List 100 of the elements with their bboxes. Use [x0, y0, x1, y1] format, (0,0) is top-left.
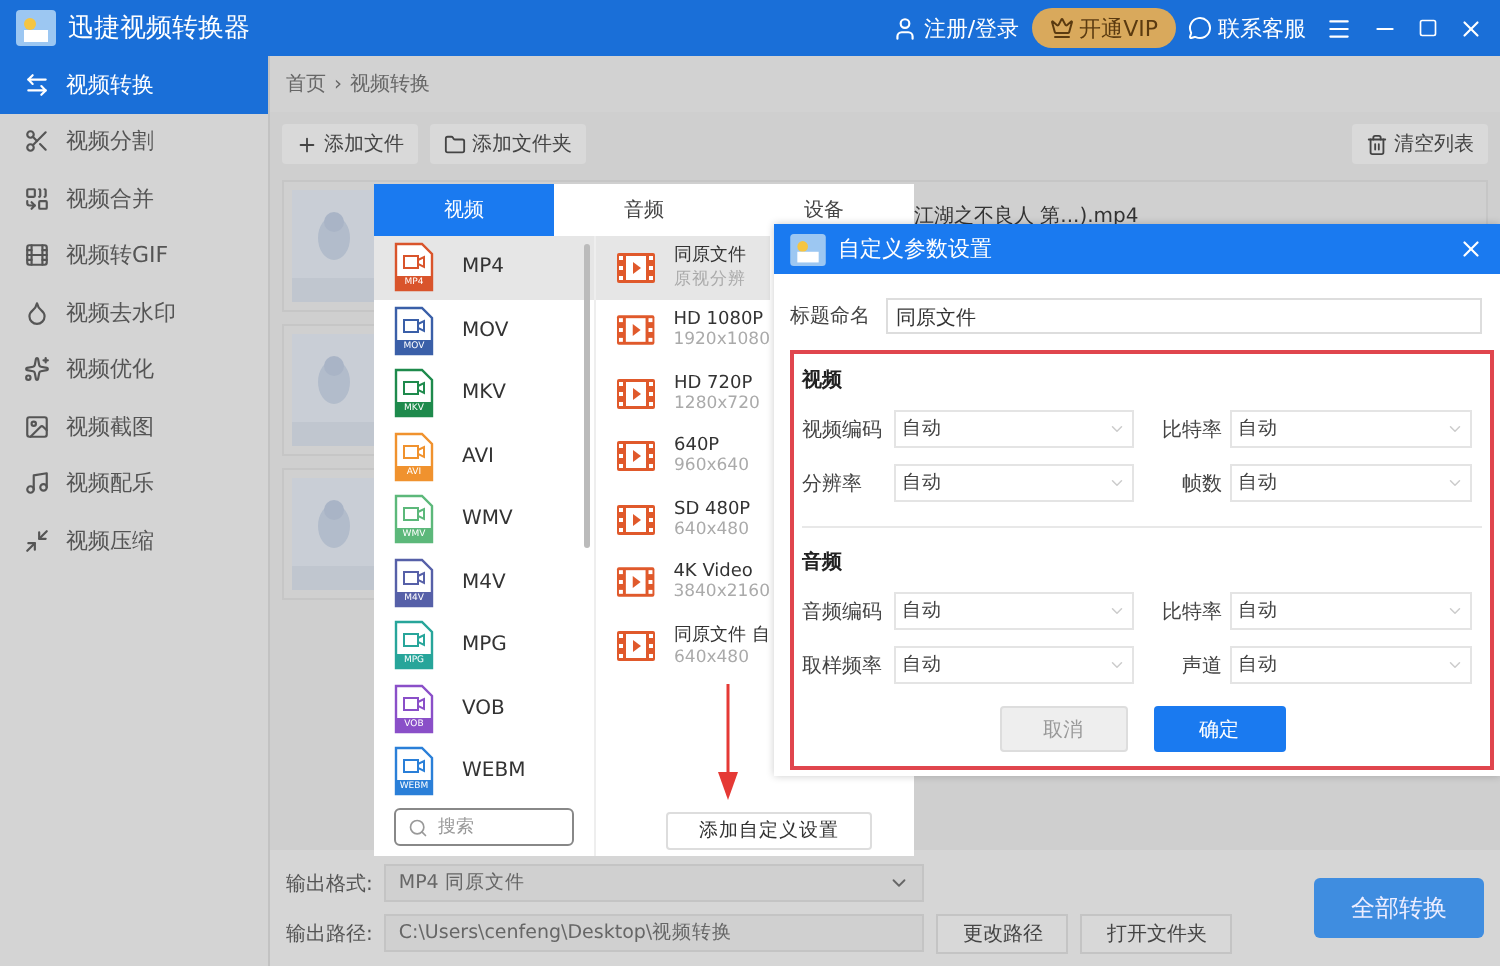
app-logo-icon [790, 233, 826, 265]
chat-icon [1188, 16, 1212, 40]
select-dropdown[interactable]: 自动 [1230, 464, 1472, 502]
output-path-label: 输出路径: [286, 921, 373, 947]
film-icon [616, 440, 656, 473]
add-file-button[interactable]: 添加文件 [282, 124, 418, 164]
change-path-button[interactable]: 更改路径 [936, 913, 1069, 953]
format-name: MKV [462, 382, 507, 405]
sidebar-item[interactable]: 视频优化 [0, 341, 268, 398]
sparkles-icon [24, 356, 50, 383]
output-format-label: 输出格式: [286, 871, 373, 897]
output-path-field[interactable]: C:\Users\cenfeng\Desktop\视频转换 [384, 914, 925, 952]
sidebar-item[interactable]: 视频分割 [0, 113, 268, 170]
film-icon [616, 566, 656, 599]
merge-icon [24, 185, 50, 212]
chevron-down-icon [1108, 602, 1126, 620]
format-name: MP4 [462, 256, 505, 279]
preset-resolution: 640x480 [674, 519, 751, 540]
field-label: 取样频率 [802, 653, 884, 679]
chevron-down-icon [1446, 602, 1464, 620]
sidebar-item[interactable]: 视频转换 [0, 56, 268, 113]
dialog-title: 自定义参数设置 [838, 234, 994, 264]
select-dropdown[interactable]: 自动 [894, 592, 1134, 630]
sidebar-item[interactable]: 视频去水印 [0, 284, 268, 341]
search-icon [408, 817, 428, 837]
chevron-down-icon [1446, 656, 1464, 674]
sidebar-item[interactable]: 视频配乐 [0, 455, 268, 512]
film-icon [616, 377, 656, 410]
sidebar-item[interactable]: 视频合并 [0, 170, 268, 227]
preset-item[interactable]: 同原文件 原视分辨 [596, 236, 770, 299]
preset-name: HD 1080P [673, 310, 766, 331]
file-name: 江湖之不良人 第...).mp4 [914, 203, 1141, 230]
output-format-dropdown[interactable]: MP4 同原文件 [384, 864, 925, 902]
format-name: AVI [462, 445, 494, 468]
menu-icon[interactable] [1326, 15, 1352, 41]
section-title: 视频 [802, 367, 844, 394]
login-link[interactable]: 注册/登录 [891, 13, 1020, 43]
select-dropdown[interactable]: 自动 [894, 410, 1134, 448]
format-name: VOB [462, 697, 505, 720]
chevron-down-icon [1446, 474, 1464, 492]
preset-resolution: 1920x1080 [673, 330, 770, 351]
format-name: MPG [462, 634, 507, 657]
format-name: M4V [462, 571, 506, 594]
convert-icon [24, 71, 50, 98]
film-icon [616, 503, 656, 536]
sidebar-item[interactable]: 视频压缩 [0, 512, 268, 569]
chevron-down-icon [1108, 656, 1126, 674]
select-dropdown[interactable]: 自动 [1230, 410, 1472, 448]
close-icon[interactable] [1458, 15, 1484, 41]
format-name: WMV [462, 508, 513, 531]
field-label: 分辨率 [802, 471, 864, 497]
folder-icon [444, 133, 466, 155]
preset-name: SD 480P [674, 499, 751, 520]
sidebar-item[interactable]: 视频截图 [0, 398, 268, 455]
music-icon [24, 470, 50, 497]
user-icon [891, 15, 918, 41]
format-tab[interactable]: 视频 [374, 184, 554, 236]
compress-icon [24, 527, 50, 554]
title-name-label: 标题命名 [790, 303, 870, 330]
preset-resolution: 960x640 [674, 456, 749, 477]
field-label: 比特率 [1160, 417, 1224, 443]
select-dropdown[interactable]: 自动 [894, 646, 1134, 684]
format-name: WEBM [462, 760, 526, 783]
format-name: MOV [462, 319, 509, 342]
scrollbar[interactable] [584, 244, 590, 548]
preset-resolution: 原视分辨 [674, 268, 746, 293]
chevron-down-icon [1446, 420, 1464, 438]
scissors-icon [24, 128, 50, 155]
maximize-icon[interactable] [1418, 18, 1438, 38]
breadcrumb-separator: › [334, 73, 342, 95]
chevron-down-icon [1108, 420, 1126, 438]
chevron-down-icon [1108, 474, 1126, 492]
field-label: 音频编码 [802, 599, 884, 625]
section-title: 音频 [802, 548, 844, 576]
preset-name: 同原文件 自 [674, 623, 770, 649]
confirm-button[interactable]: 确定 [1153, 706, 1285, 752]
crown-icon [1049, 16, 1074, 40]
add-custom-button[interactable]: 添加自定义设置 [666, 812, 872, 850]
close-icon[interactable] [1458, 236, 1484, 262]
select-dropdown[interactable]: 自动 [1230, 592, 1472, 630]
preset-resolution: 1280x720 [674, 393, 760, 414]
app-logo-icon [16, 10, 56, 46]
support-link[interactable]: 联系客服 [1188, 13, 1306, 43]
sidebar-item[interactable]: 视频转GIF [0, 227, 268, 284]
app-title: 迅捷视频转换器 [68, 12, 250, 46]
field-label: 视频编码 [802, 417, 884, 443]
preset-name: 4K Video [673, 562, 755, 583]
field-label: 帧数 [1180, 471, 1224, 497]
trash-icon [1366, 133, 1388, 155]
vip-button[interactable]: 开通VIP [1031, 8, 1176, 48]
add-folder-button[interactable]: 添加文件夹 [430, 124, 586, 164]
title-name-field[interactable]: 同原文件 [886, 298, 1482, 334]
breadcrumb-item[interactable]: 首页 [286, 70, 326, 98]
open-folder-button[interactable]: 打开文件夹 [1080, 913, 1233, 953]
clear-list-button[interactable]: 清空列表 [1352, 124, 1488, 164]
select-dropdown[interactable]: 自动 [1230, 646, 1472, 684]
preset-resolution: 3840x2160 [673, 582, 770, 603]
select-dropdown[interactable]: 自动 [894, 464, 1134, 502]
film-icon [616, 251, 656, 284]
arrow [716, 684, 740, 800]
